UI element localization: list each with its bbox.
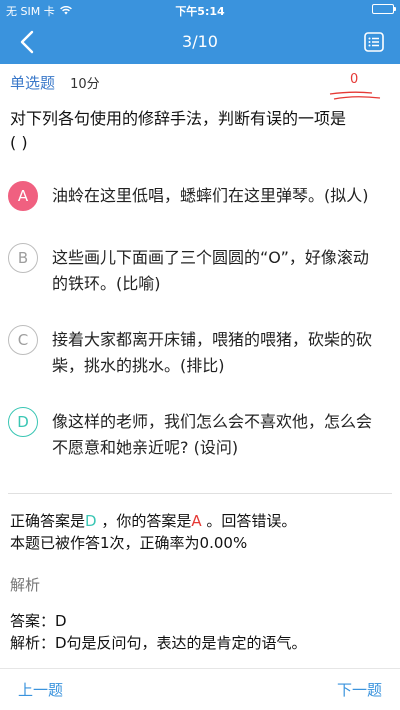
analysis-answer: 答案：D <box>10 612 67 630</box>
answer-result: 正确答案是D ，你的答案是A 。回答错误。 本题已被作答1次，正确率为0.00% <box>10 510 296 554</box>
score-mark: 0 <box>326 72 386 108</box>
question-list-button[interactable] <box>362 30 386 54</box>
question-stem: 对下列各句使用的修辞手法，判断有误的一项是 <box>10 109 347 128</box>
option-b[interactable]: B 这些画儿下面画了三个圆圆的“O”，好像滚动的铁环。(比喻) <box>8 243 392 297</box>
status-time: 下午5:14 <box>175 5 225 18</box>
question-score: 10分 <box>70 77 100 92</box>
answer-summary: 正确答案是D ，你的答案是A 。回答错误。 <box>10 510 296 532</box>
correct-answer-value: D <box>85 512 97 530</box>
question-type: 单选题 <box>10 74 56 92</box>
question-text: 对下列各句使用的修辞手法，判断有误的一项是 ( ) <box>10 107 390 155</box>
option-d-text: 像这样的老师，我们怎么会不喜欢他，怎么会不愿意和她亲近呢? (设问) <box>52 412 373 457</box>
analysis-body: 答案：D 解析：D句是反问句，表达的是肯定的语气。 <box>10 610 307 654</box>
status-bar: 无 SIM 卡 下午5:14 <box>0 0 400 20</box>
your-answer-value: A <box>191 512 202 530</box>
option-a-badge: A <box>8 181 38 211</box>
prev-question-button[interactable]: 上一题 <box>18 679 63 700</box>
option-a-text: 油蛉在这里低唱，蟋蟀们在这里弹琴。(拟人) <box>52 186 369 205</box>
option-d[interactable]: D 像这样的老师，我们怎么会不喜欢他，怎么会不愿意和她亲近呢? (设问) <box>8 407 392 461</box>
question-blank: ( ) <box>10 133 28 152</box>
option-d-badge: D <box>8 407 38 437</box>
next-question-button[interactable]: 下一题 <box>337 679 382 700</box>
option-c[interactable]: C 接着大家都离开床铺，喂猪的喂猪，砍柴的砍柴，挑水的挑水。(排比) <box>8 325 392 379</box>
option-b-text: 这些画儿下面画了三个圆圆的“O”，好像滚动的铁环。(比喻) <box>52 248 369 293</box>
correct-answer-label: 正确答案是 <box>10 512 86 530</box>
answer-stats: 本题已被作答1次，正确率为0.00% <box>10 534 248 552</box>
option-c-badge: C <box>8 325 38 355</box>
handwritten-underline-icon <box>329 91 381 100</box>
analysis-title: 解析 <box>10 576 41 594</box>
list-icon <box>364 32 384 52</box>
nav-bar: 3/10 <box>0 20 400 64</box>
bottom-bar: 上一题 下一题 <box>0 668 400 710</box>
question-header: 单选题 10分 0 <box>10 72 386 100</box>
analysis-explanation: 解析：D句是反问句，表达的是肯定的语气。 <box>10 634 307 652</box>
battery-icon <box>372 4 396 14</box>
option-c-text: 接着大家都离开床铺，喂猪的喂猪，砍柴的砍柴，挑水的挑水。(排比) <box>52 330 373 375</box>
page-title: 3/10 <box>182 32 218 51</box>
divider <box>8 493 392 494</box>
your-answer-label: ，你的答案是 <box>96 512 192 530</box>
option-b-badge: B <box>8 243 38 273</box>
option-a[interactable]: A 油蛉在这里低唱，蟋蟀们在这里弹琴。(拟人) <box>8 181 392 211</box>
result-verdict: 。回答错误。 <box>201 512 297 530</box>
